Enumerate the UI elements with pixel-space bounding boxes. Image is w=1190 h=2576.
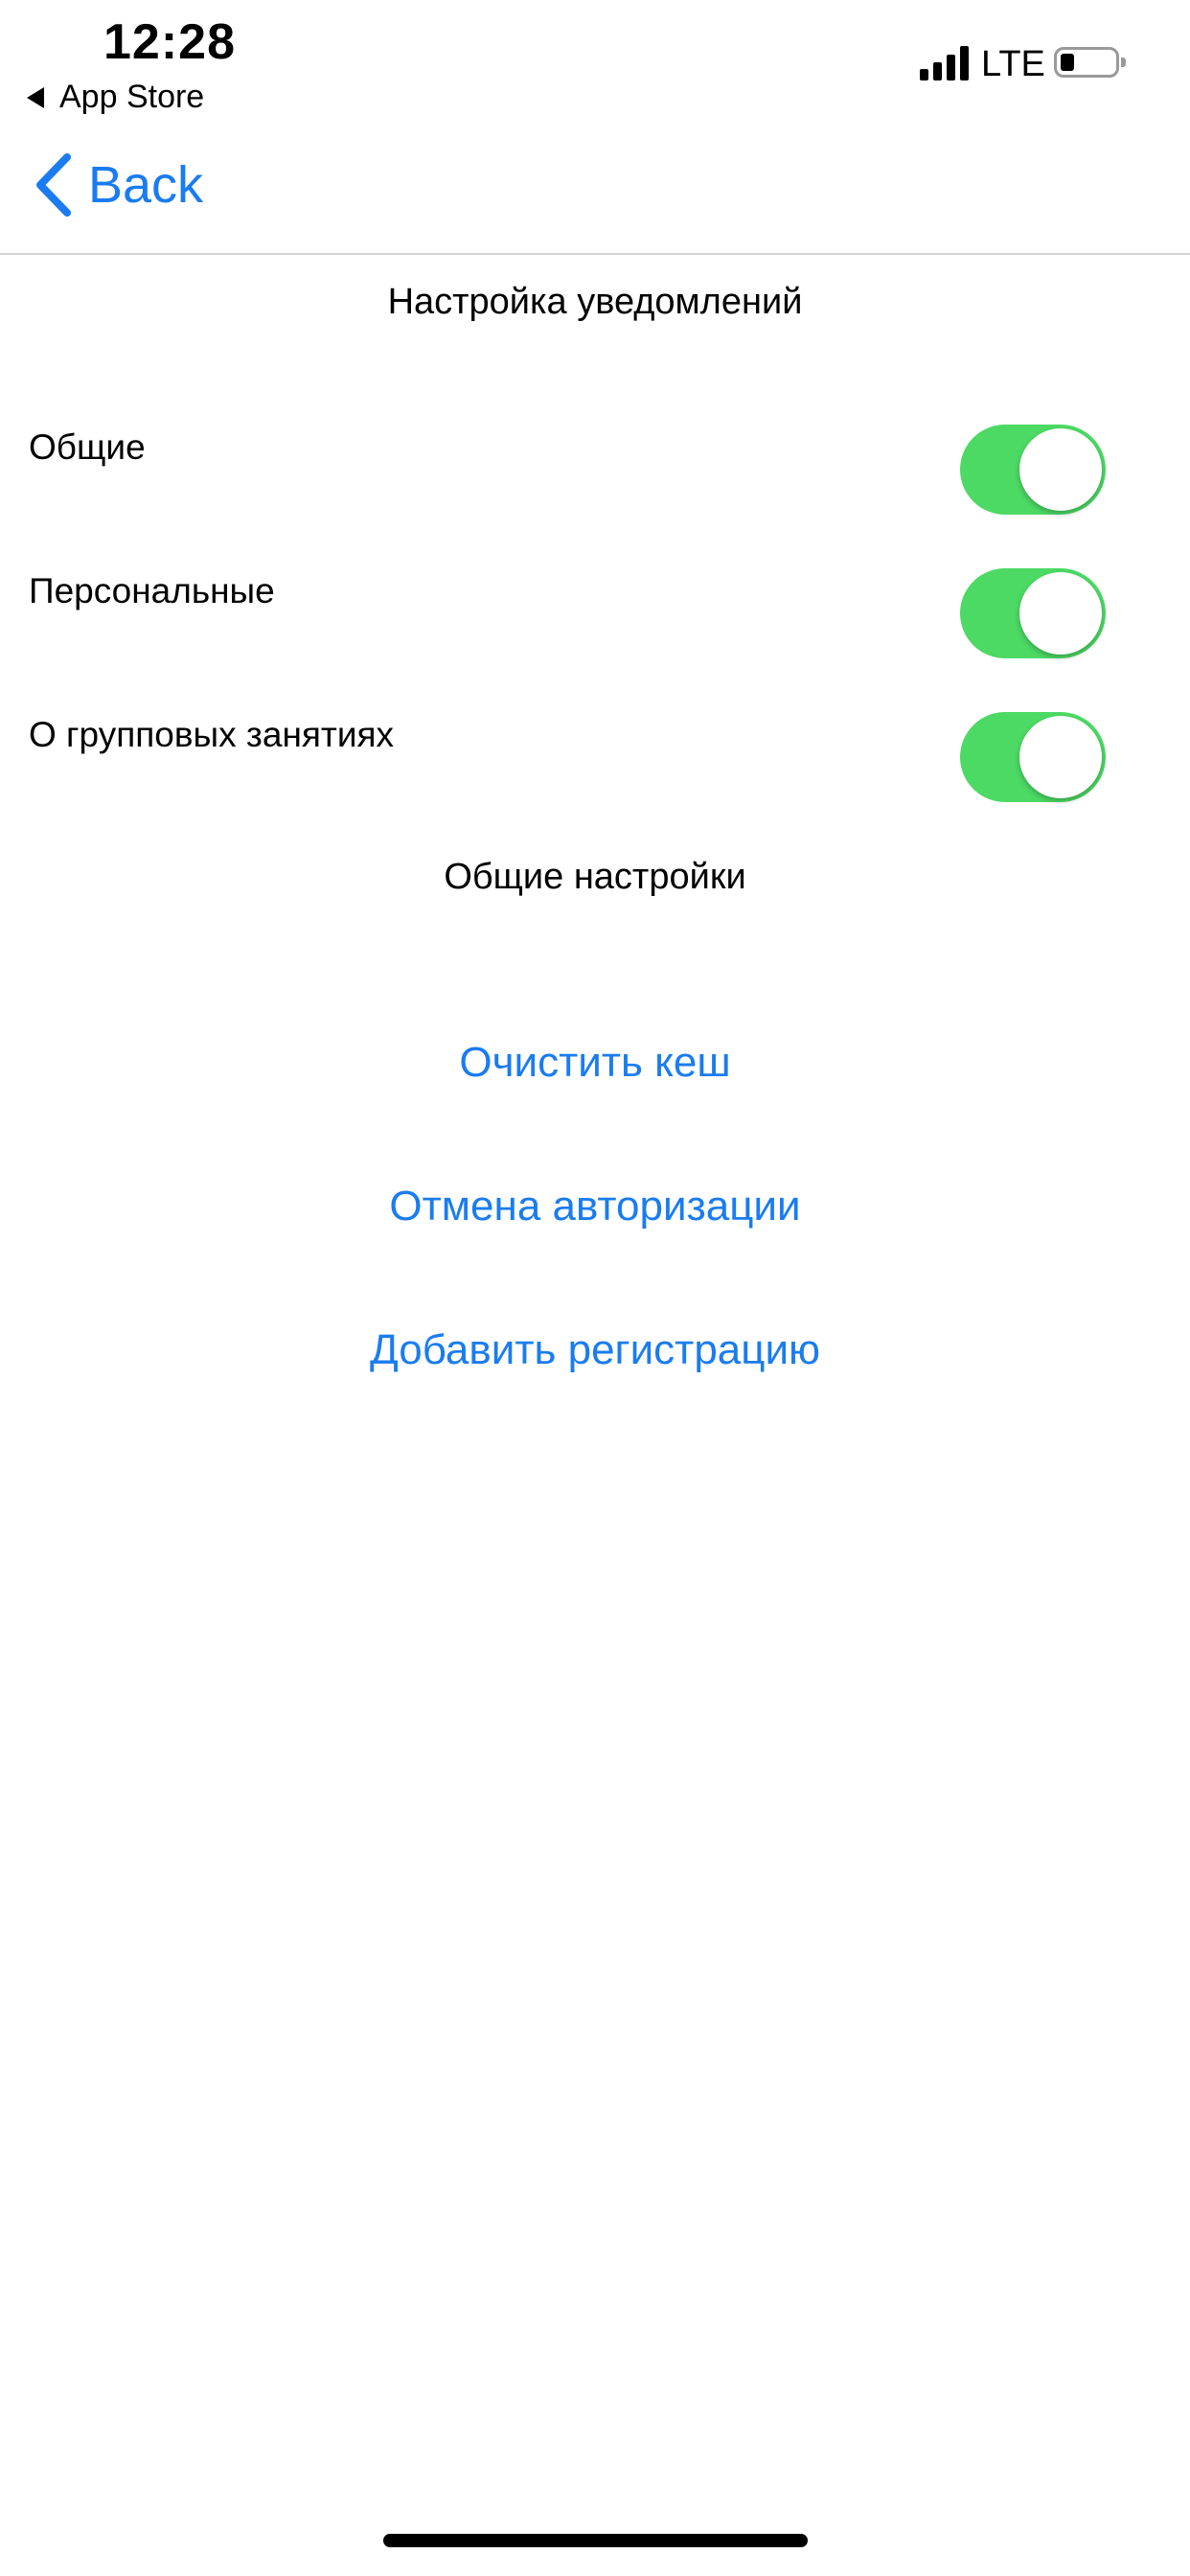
back-app-label: App Store	[59, 79, 205, 115]
toggle-group-classes-notifications[interactable]	[960, 712, 1106, 802]
status-time: 12:28	[103, 14, 236, 70]
nav-divider	[0, 253, 1190, 255]
cellular-signal-icon	[920, 46, 969, 80]
network-type: LTE	[981, 44, 1045, 84]
home-indicator[interactable]	[383, 2534, 808, 2547]
general-settings-title: Общие настройки	[444, 857, 746, 897]
toggle-label-general: Общие	[29, 427, 146, 467]
toggle-personal-notifications[interactable]	[960, 568, 1106, 658]
back-to-app-link[interactable]: App Store	[27, 79, 204, 116]
clear-cache-button[interactable]: Очистить кеш	[0, 1039, 1190, 1087]
chevron-left-icon	[36, 153, 71, 217]
notifications-section-title: Настройка уведомлений	[387, 282, 803, 322]
battery-icon	[1054, 47, 1126, 78]
toggle-label-group-classes: О групповых занятиях	[29, 715, 395, 754]
back-button-label: Back	[88, 156, 204, 214]
back-button[interactable]: Back	[34, 153, 203, 217]
back-triangle-icon	[27, 86, 44, 108]
toggle-general-notifications[interactable]	[960, 425, 1106, 515]
toggle-label-personal: Персональные	[29, 571, 275, 610]
logout-button[interactable]: Отмена авторизации	[0, 1183, 1190, 1230]
add-registration-button[interactable]: Добавить регистрацию	[0, 1326, 1190, 1374]
